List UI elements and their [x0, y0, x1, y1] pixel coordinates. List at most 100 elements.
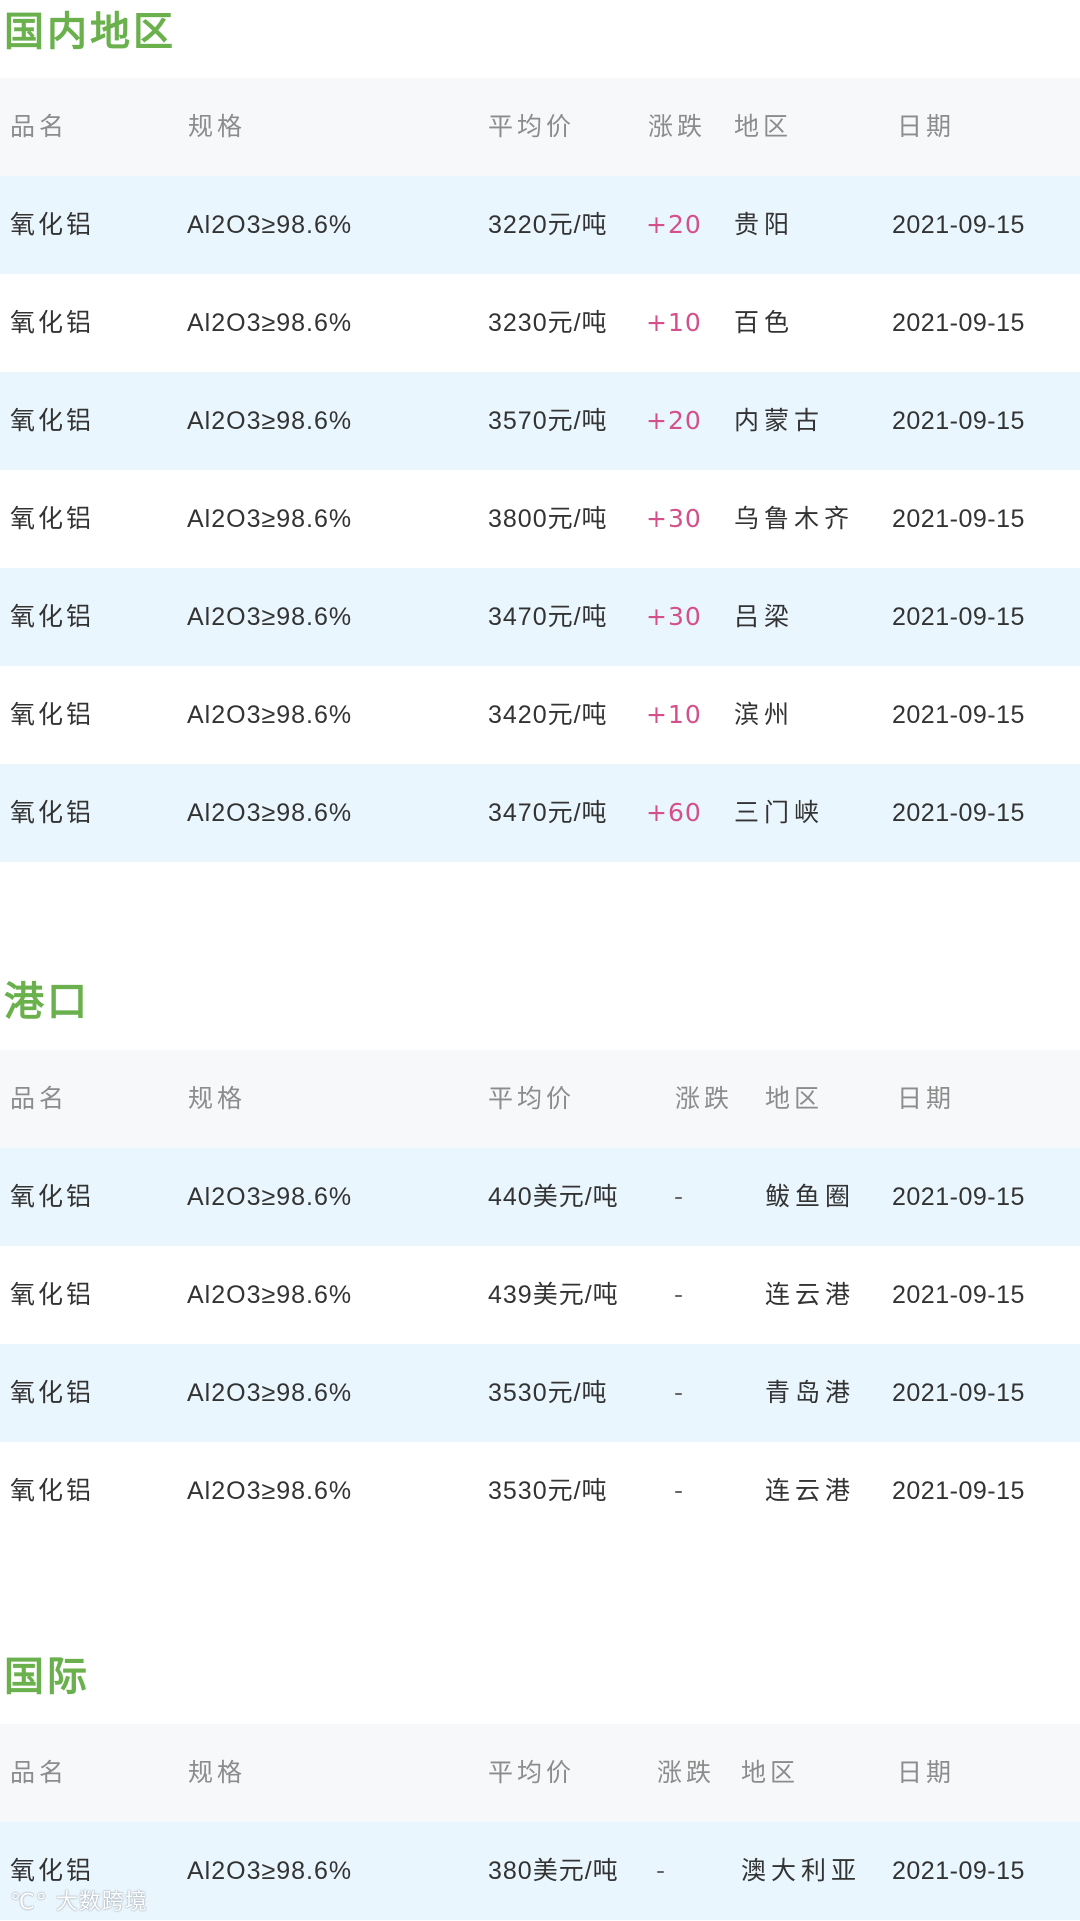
price-table-international: 品名 规格 平均价 涨跌 地区 日期 氧化铝 Al2O3≥98.6% 380美元…: [0, 1724, 1080, 1920]
table-row: 氧化铝 Al2O3≥98.6% 3230元/吨 +10 百色 2021-09-1…: [0, 274, 1080, 372]
cell-change: +10: [646, 308, 702, 337]
cell-price: 3530元/吨: [488, 1477, 608, 1505]
cell-change: +20: [646, 210, 702, 239]
header-price: 平均价: [488, 1084, 576, 1113]
cell-change: +30: [646, 602, 702, 631]
cell-name: 氧化铝: [10, 210, 95, 239]
cell-change: -: [674, 1280, 685, 1309]
price-table-port: 品名 规格 平均价 涨跌 地区 日期 氧化铝 Al2O3≥98.6% 440美元…: [0, 1050, 1080, 1540]
header-region: 地区: [741, 1758, 800, 1787]
cell-region: 内蒙古: [734, 406, 825, 435]
section-title-port: 港口: [4, 978, 90, 1025]
cell-region: 青岛港: [765, 1378, 856, 1407]
cell-spec: Al2O3≥98.6%: [187, 603, 353, 631]
cell-date: 2021-09-15: [892, 799, 1025, 827]
cell-price: 3470元/吨: [488, 799, 608, 827]
cell-spec: Al2O3≥98.6%: [187, 1379, 353, 1407]
cell-region: 连云港: [765, 1280, 856, 1309]
cell-price: 3800元/吨: [488, 505, 608, 533]
cell-change: -: [656, 1856, 667, 1885]
table-header-row: 品名 规格 平均价 涨跌 地区 日期: [0, 1724, 1080, 1822]
cell-name: 氧化铝: [10, 602, 95, 631]
cell-region: 乌鲁木齐: [734, 504, 855, 533]
header-name: 品名: [10, 1084, 69, 1113]
cell-name: 氧化铝: [10, 1378, 95, 1407]
cell-date: 2021-09-15: [892, 1281, 1025, 1309]
cell-region: 澳大利亚: [741, 1856, 862, 1885]
cell-region: 贵阳: [734, 210, 795, 239]
cell-region: 滨州: [734, 700, 795, 729]
header-date: 日期: [897, 1084, 956, 1113]
watermark-text: 大数跨境: [55, 1890, 148, 1915]
table-row: 氧化铝 Al2O3≥98.6% 440美元/吨 - 鲅鱼圈 2021-09-15: [0, 1148, 1080, 1246]
cell-price: 3230元/吨: [488, 309, 608, 337]
cell-name: 氧化铝: [10, 1476, 95, 1505]
cell-spec: Al2O3≥98.6%: [187, 1183, 353, 1211]
table-row: 氧化铝 Al2O3≥98.6% 3220元/吨 +20 贵阳 2021-09-1…: [0, 176, 1080, 274]
table-row: 氧化铝 Al2O3≥98.6% 3420元/吨 +10 滨州 2021-09-1…: [0, 666, 1080, 764]
cell-name: 氧化铝: [10, 308, 95, 337]
cell-date: 2021-09-15: [892, 1477, 1025, 1505]
cell-price: 3220元/吨: [488, 211, 608, 239]
cell-change: +30: [646, 504, 702, 533]
cell-name: 氧化铝: [10, 798, 95, 827]
cell-name: 氧化铝: [10, 1280, 95, 1309]
cell-spec: Al2O3≥98.6%: [187, 1281, 353, 1309]
header-name: 品名: [10, 112, 69, 141]
table-row: 氧化铝 Al2O3≥98.6% 3570元/吨 +20 内蒙古 2021-09-…: [0, 372, 1080, 470]
cell-change: +20: [646, 406, 702, 435]
header-change: 涨跌: [675, 1084, 734, 1113]
cell-date: 2021-09-15: [892, 505, 1025, 533]
cell-change: -: [674, 1378, 685, 1407]
cell-name: 氧化铝: [10, 504, 95, 533]
section-title-international: 国际: [4, 1653, 90, 1700]
cell-spec: Al2O3≥98.6%: [187, 407, 353, 435]
cell-spec: Al2O3≥98.6%: [187, 505, 353, 533]
cell-date: 2021-09-15: [892, 701, 1025, 729]
header-region: 地区: [734, 112, 793, 141]
header-spec: 规格: [188, 112, 247, 141]
watermark: ℃° 大数跨境: [10, 1884, 148, 1916]
cell-change: +60: [646, 798, 702, 827]
cell-price: 440美元/吨: [488, 1183, 619, 1211]
header-price: 平均价: [488, 1758, 576, 1787]
cell-name: 氧化铝: [10, 1182, 95, 1211]
header-name: 品名: [10, 1758, 69, 1787]
header-date: 日期: [897, 1758, 956, 1787]
header-change: 涨跌: [648, 112, 707, 141]
cell-date: 2021-09-15: [892, 211, 1025, 239]
cell-spec: Al2O3≥98.6%: [187, 701, 353, 729]
cell-price: 3530元/吨: [488, 1379, 608, 1407]
table-row: 氧化铝 Al2O3≥98.6% 3470元/吨 +30 吕梁 2021-09-1…: [0, 568, 1080, 666]
header-change: 涨跌: [657, 1758, 716, 1787]
cell-region: 连云港: [765, 1476, 856, 1505]
cell-price: 3570元/吨: [488, 407, 608, 435]
cell-change: +10: [646, 700, 702, 729]
header-spec: 规格: [188, 1084, 247, 1113]
header-price: 平均价: [488, 112, 576, 141]
cell-date: 2021-09-15: [892, 1183, 1025, 1211]
cell-change: -: [674, 1476, 685, 1505]
cell-spec: Al2O3≥98.6%: [187, 799, 353, 827]
cell-spec: Al2O3≥98.6%: [187, 211, 353, 239]
table-row: 氧化铝 Al2O3≥98.6% 3530元/吨 - 连云港 2021-09-15: [0, 1442, 1080, 1540]
table-row: 氧化铝 Al2O3≥98.6% 3800元/吨 +30 乌鲁木齐 2021-09…: [0, 470, 1080, 568]
cell-spec: Al2O3≥98.6%: [187, 309, 353, 337]
table-row: 氧化铝 Al2O3≥98.6% 3470元/吨 +60 三门峡 2021-09-…: [0, 764, 1080, 862]
cell-spec: Al2O3≥98.6%: [187, 1857, 353, 1885]
cell-date: 2021-09-15: [892, 407, 1025, 435]
watermark-logo-icon: ℃°: [10, 1890, 48, 1915]
table-row: 氧化铝 Al2O3≥98.6% 380美元/吨 - 澳大利亚 2021-09-1…: [0, 1822, 1080, 1920]
cell-date: 2021-09-15: [892, 603, 1025, 631]
cell-price: 439美元/吨: [488, 1281, 619, 1309]
price-table-domestic: 品名 规格 平均价 涨跌 地区 日期 氧化铝 Al2O3≥98.6% 3220元…: [0, 78, 1080, 862]
cell-change: -: [674, 1182, 685, 1211]
cell-name: 氧化铝: [10, 406, 95, 435]
table-row: 氧化铝 Al2O3≥98.6% 3530元/吨 - 青岛港 2021-09-15: [0, 1344, 1080, 1442]
cell-region: 三门峡: [734, 798, 825, 827]
header-spec: 规格: [188, 1758, 247, 1787]
table-header-row: 品名 规格 平均价 涨跌 地区 日期: [0, 1050, 1080, 1148]
cell-name: 氧化铝: [10, 700, 95, 729]
cell-spec: Al2O3≥98.6%: [187, 1477, 353, 1505]
cell-region: 吕梁: [734, 602, 795, 631]
